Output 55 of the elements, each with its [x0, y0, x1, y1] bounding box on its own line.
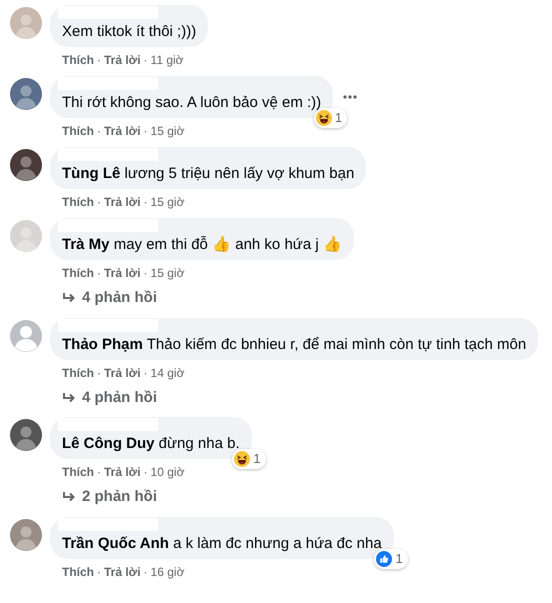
- timestamp: 10 giờ: [150, 464, 184, 480]
- dot-separator: ·: [144, 265, 148, 281]
- like-link[interactable]: Thích: [62, 564, 94, 580]
- like-link[interactable]: Thích: [62, 364, 94, 380]
- timestamp: 16 giờ: [150, 564, 184, 580]
- avatar[interactable]: [10, 419, 42, 451]
- reaction-count: 1: [253, 450, 261, 468]
- timestamp: 11 giờ: [150, 52, 184, 68]
- dot-separator: ·: [97, 265, 101, 281]
- dot-separator: ·: [97, 52, 101, 68]
- dot-separator: ·: [97, 464, 101, 480]
- timestamp: 15 giờ: [150, 265, 184, 281]
- reply-link[interactable]: Trả lời: [104, 265, 141, 281]
- reaction-count: 1: [395, 550, 403, 568]
- reply-arrow-icon: [62, 392, 76, 404]
- like-link[interactable]: Thích: [62, 265, 94, 281]
- avatar[interactable]: [10, 78, 42, 110]
- reply-arrow-icon: [62, 292, 76, 304]
- comment-text: Trà My may em thi đỗ 👍 anh ko hứa j 👍: [62, 235, 342, 254]
- view-replies-link[interactable]: 4 phản hồi: [82, 287, 157, 310]
- timestamp: 14 giờ: [150, 364, 184, 380]
- comment-text: Trần Quốc Anh a k làm đc nhưng a hứa đc nha: [62, 534, 382, 552]
- dot-separator: ·: [97, 564, 101, 580]
- dot-separator: ·: [144, 364, 148, 380]
- like-link[interactable]: Thích: [62, 464, 94, 480]
- reply-link[interactable]: Trả lời: [104, 564, 141, 580]
- dot-separator: ·: [144, 194, 148, 210]
- dot-separator: ·: [97, 364, 101, 380]
- dot-separator: ·: [144, 52, 148, 68]
- like-link[interactable]: Thích: [62, 123, 94, 139]
- comment-text: Tùng Lê lương 5 triệu nên lấy vợ khum bạn: [62, 164, 354, 183]
- comment-text: Thi rớt không sao. A luôn bảo vệ em :)): [62, 93, 322, 112]
- view-replies-link[interactable]: 2 phản hồi: [82, 486, 157, 508]
- view-replies-link[interactable]: 4 phản hồi: [82, 386, 157, 409]
- reply-link[interactable]: Trả lời: [104, 364, 141, 380]
- reply-link[interactable]: Trả lời: [104, 194, 141, 210]
- reply-link[interactable]: Trả lời: [104, 464, 141, 480]
- more-options-icon[interactable]: [343, 95, 358, 99]
- comment-text: Xem tiktok ít thôi ;))): [62, 22, 196, 41]
- dot-separator: ·: [97, 194, 101, 210]
- timestamp: 15 giờ: [150, 123, 184, 139]
- like-link[interactable]: Thích: [62, 52, 94, 68]
- avatar[interactable]: [10, 149, 42, 181]
- reply-link[interactable]: Trả lời: [104, 52, 141, 68]
- like-link[interactable]: Thích: [62, 194, 94, 210]
- comment-text: Thảo Phạm Thảo kiếm đc bnhieu r, để mai mình còn tự tinh tạch môn: [62, 334, 526, 354]
- reply-link[interactable]: Trả lời: [104, 123, 141, 139]
- dot-separator: ·: [144, 564, 148, 580]
- reaction-count: 1: [334, 109, 342, 128]
- dot-separator: ·: [97, 123, 101, 139]
- reply-arrow-icon: [62, 491, 76, 504]
- dot-separator: ·: [144, 464, 148, 480]
- timestamp: 15 giờ: [150, 194, 184, 210]
- comment-text: Lê Công Duy đừng nha b.: [62, 434, 240, 453]
- dot-separator: ·: [144, 123, 148, 139]
